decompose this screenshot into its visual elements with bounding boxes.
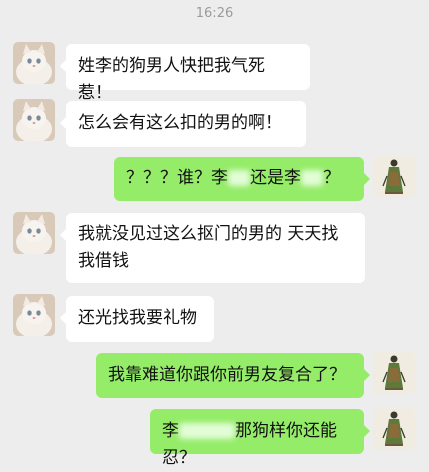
redaction-blur bbox=[179, 423, 235, 439]
cat-icon bbox=[13, 99, 55, 141]
message-text: 怎么会有这么扣的男的啊！ bbox=[78, 113, 282, 133]
ink-painting-figure-icon bbox=[373, 408, 415, 450]
message-text: 姓李的狗男人快把我气死惹！ bbox=[78, 56, 265, 103]
message-timestamp: 16:26 bbox=[195, 6, 234, 21]
figure-avatar[interactable] bbox=[373, 352, 415, 394]
message-bubble-7[interactable]: 李那狗样你还能忍？ bbox=[150, 409, 370, 468]
message-text-part: ？ bbox=[323, 168, 340, 188]
message-text-part: 还是李 bbox=[250, 168, 301, 188]
cat-avatar[interactable] bbox=[13, 99, 55, 141]
cat-icon bbox=[13, 42, 55, 84]
message-text-line: 我就没见过这么抠门的男的 天天找 bbox=[78, 224, 339, 244]
ink-painting-figure-icon bbox=[373, 156, 415, 198]
message-text-part: 李 bbox=[162, 421, 179, 441]
message-text-line: 我借钱 bbox=[78, 251, 129, 271]
cat-icon bbox=[13, 212, 55, 254]
message-text-part: ？？？谁？李 bbox=[126, 168, 228, 188]
ink-painting-figure-icon bbox=[373, 352, 415, 394]
message-bubble-4[interactable]: 我就没见过这么抠门的男的 天天找 我借钱 bbox=[60, 213, 365, 283]
message-text: 还光找我要礼物 bbox=[78, 308, 197, 328]
redaction-blur bbox=[228, 170, 250, 186]
cat-icon bbox=[13, 294, 55, 336]
message-bubble-6[interactable]: 我靠难道你跟你前男友复合了？ bbox=[96, 353, 370, 398]
message-text: 我靠难道你跟你前男友复合了？ bbox=[108, 365, 346, 385]
message-bubble-1[interactable]: 姓李的狗男人快把我气死惹！ bbox=[60, 44, 310, 103]
redaction-blur bbox=[301, 170, 323, 186]
message-bubble-5[interactable]: 还光找我要礼物 bbox=[60, 296, 214, 342]
cat-avatar[interactable] bbox=[13, 294, 55, 336]
message-bubble-3[interactable]: ？？？谁？李 还是李 ？ bbox=[114, 157, 370, 201]
cat-avatar[interactable] bbox=[13, 42, 55, 84]
figure-avatar[interactable] bbox=[373, 156, 415, 198]
figure-avatar[interactable] bbox=[373, 408, 415, 450]
message-bubble-2[interactable]: 怎么会有这么扣的男的啊！ bbox=[60, 101, 306, 147]
cat-avatar[interactable] bbox=[13, 212, 55, 254]
